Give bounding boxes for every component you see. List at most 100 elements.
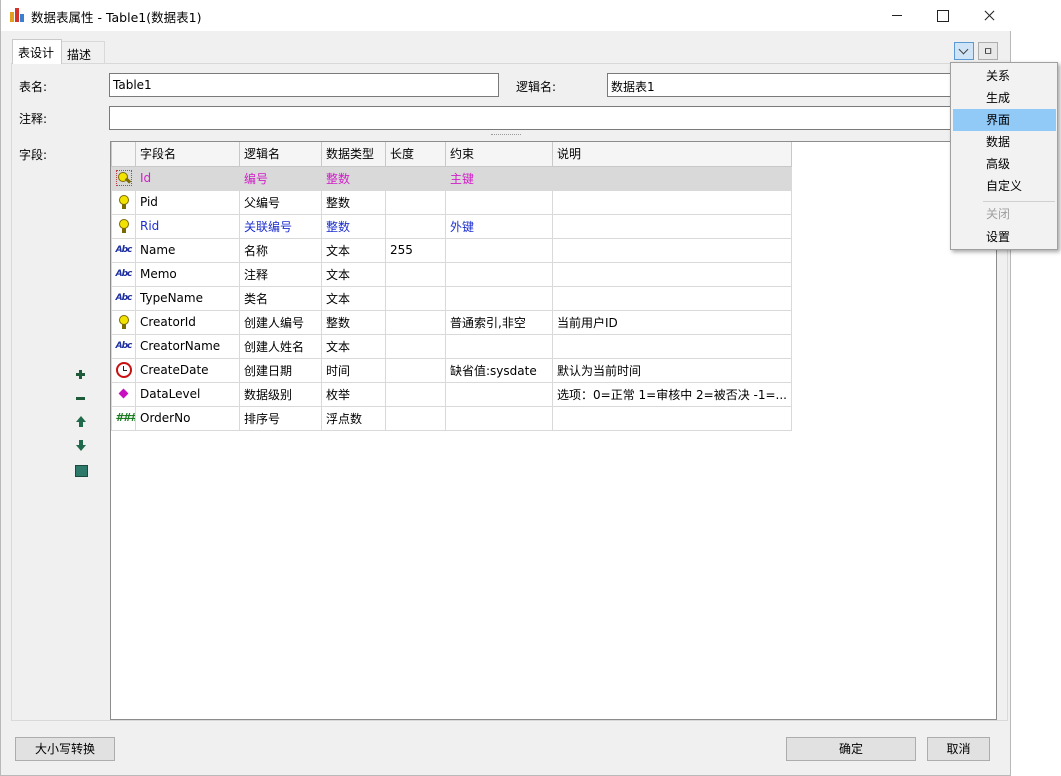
column-header[interactable]: 说明 [552, 142, 792, 167]
cell-description[interactable] [552, 237, 792, 263]
menu-item-close[interactable]: 关闭 [953, 203, 1056, 225]
cell-data-type[interactable]: 枚举 [321, 381, 386, 407]
column-header[interactable]: 约束 [445, 142, 553, 167]
column-header[interactable]: 逻辑名 [239, 142, 322, 167]
cell-logical-name[interactable]: 类名 [239, 285, 322, 311]
cell-logical-name[interactable]: 注释 [239, 261, 322, 287]
table-row[interactable]: Id 编号 整数 主键 [111, 165, 792, 191]
cell-data-type[interactable]: 文本 [321, 285, 386, 311]
table-name-input[interactable]: Table1 [109, 73, 499, 97]
close-button[interactable] [966, 0, 1012, 31]
cell-constraint[interactable]: 普通索引,非空 [445, 309, 553, 335]
comment-input[interactable] [109, 106, 951, 130]
cell-description[interactable] [552, 405, 792, 431]
cell-constraint[interactable]: 主键 [445, 165, 553, 191]
cell-data-type[interactable]: 整数 [321, 189, 386, 215]
cell-field-name[interactable]: Rid [135, 213, 240, 239]
cell-field-name[interactable]: Name [135, 237, 240, 263]
fields-grid[interactable]: 字段名 逻辑名 数据类型 长度 约束 说明 Id 编号 整数 主键 Pid 父编… [110, 141, 997, 720]
cell-constraint[interactable] [445, 285, 553, 311]
cell-description[interactable]: 当前用户ID [552, 309, 792, 335]
cell-description[interactable] [552, 333, 792, 359]
pin-button[interactable]: ㅁ [978, 42, 998, 60]
remove-field-icon[interactable] [74, 391, 88, 405]
cell-length[interactable] [385, 285, 446, 311]
cell-logical-name[interactable]: 创建人姓名 [239, 333, 322, 359]
move-down-icon[interactable] [74, 439, 88, 453]
logical-name-input[interactable]: 数据表1 [607, 73, 951, 97]
move-up-icon[interactable] [74, 415, 88, 429]
cell-field-name[interactable]: CreateDate [135, 357, 240, 383]
cell-data-type[interactable]: 时间 [321, 357, 386, 383]
cell-data-type[interactable]: 文本 [321, 261, 386, 287]
cell-field-name[interactable]: Memo [135, 261, 240, 287]
cell-logical-name[interactable]: 创建人编号 [239, 309, 322, 335]
cell-data-type[interactable]: 整数 [321, 165, 386, 191]
cell-length[interactable] [385, 165, 446, 191]
table-row[interactable]: Rid 关联编号 整数 外键 [111, 213, 792, 239]
field-grid-icon[interactable] [74, 463, 88, 477]
ok-button[interactable]: 确定 [786, 737, 916, 761]
cell-description[interactable]: 选项：0=正常 1=审核中 2=被否决 -1=... [552, 381, 792, 407]
column-header[interactable]: 数据类型 [321, 142, 386, 167]
cell-logical-name[interactable]: 数据级别 [239, 381, 322, 407]
cell-field-name[interactable]: DataLevel [135, 381, 240, 407]
cell-constraint[interactable] [445, 189, 553, 215]
cell-description[interactable]: 默认为当前时间 [552, 357, 792, 383]
cell-field-name[interactable]: CreatorName [135, 333, 240, 359]
cell-length[interactable]: 255 [385, 237, 446, 263]
menu-item-settings[interactable]: 设置 [953, 226, 1056, 248]
cell-length[interactable] [385, 381, 446, 407]
table-row[interactable]: Abc CreatorName 创建人姓名 文本 [111, 333, 792, 359]
cell-constraint[interactable]: 外键 [445, 213, 553, 239]
cell-logical-name[interactable]: 名称 [239, 237, 322, 263]
cell-length[interactable] [385, 333, 446, 359]
maximize-button[interactable] [920, 0, 966, 31]
cell-logical-name[interactable]: 编号 [239, 165, 322, 191]
table-row[interactable]: Abc Name 名称 文本 255 [111, 237, 792, 263]
menu-item-data[interactable]: 数据 [953, 131, 1056, 153]
cell-constraint[interactable] [445, 405, 553, 431]
table-row[interactable]: CreateDate 创建日期 时间 缺省值:sysdate 默认为当前时间 [111, 357, 792, 383]
table-row[interactable]: Pid 父编号 整数 [111, 189, 792, 215]
cell-constraint[interactable] [445, 381, 553, 407]
menu-item-ui[interactable]: 界面 [953, 109, 1056, 131]
cell-data-type[interactable]: 整数 [321, 309, 386, 335]
tab-table-design[interactable]: 表设计 [12, 39, 62, 64]
cell-field-name[interactable]: Id [135, 165, 240, 191]
cell-data-type[interactable]: 浮点数 [321, 405, 386, 431]
cell-logical-name[interactable]: 创建日期 [239, 357, 322, 383]
cancel-button[interactable]: 取消 [927, 737, 990, 761]
menu-item-relation[interactable]: 关系 [953, 65, 1056, 87]
cell-data-type[interactable]: 文本 [321, 237, 386, 263]
cell-constraint[interactable] [445, 237, 553, 263]
column-header[interactable]: 长度 [385, 142, 446, 167]
menu-item-generate[interactable]: 生成 [953, 87, 1056, 109]
cell-description[interactable] [552, 165, 792, 191]
table-row[interactable]: DataLevel 数据级别 枚举 选项：0=正常 1=审核中 2=被否决 -1… [111, 381, 792, 407]
cell-constraint[interactable] [445, 261, 553, 287]
cell-length[interactable] [385, 213, 446, 239]
cell-description[interactable] [552, 189, 792, 215]
cell-description[interactable] [552, 261, 792, 287]
cell-length[interactable] [385, 189, 446, 215]
cell-constraint[interactable] [445, 333, 553, 359]
cell-field-name[interactable]: Pid [135, 189, 240, 215]
cell-data-type[interactable]: 整数 [321, 213, 386, 239]
column-header[interactable]: 字段名 [135, 142, 240, 167]
chevron-down-icon[interactable] [954, 42, 974, 60]
cell-constraint[interactable]: 缺省值:sysdate [445, 357, 553, 383]
cell-length[interactable] [385, 405, 446, 431]
cell-field-name[interactable]: TypeName [135, 285, 240, 311]
cell-data-type[interactable]: 文本 [321, 333, 386, 359]
cell-length[interactable] [385, 261, 446, 287]
cell-field-name[interactable]: CreatorId [135, 309, 240, 335]
table-row[interactable]: Abc TypeName 类名 文本 [111, 285, 792, 311]
cell-field-name[interactable]: OrderNo [135, 405, 240, 431]
cell-logical-name[interactable]: 排序号 [239, 405, 322, 431]
case-convert-button[interactable]: 大小写转换 [15, 737, 115, 761]
cell-logical-name[interactable]: 关联编号 [239, 213, 322, 239]
menu-item-advanced[interactable]: 高级 [953, 153, 1056, 175]
cell-length[interactable] [385, 357, 446, 383]
table-row[interactable]: ### OrderNo 排序号 浮点数 [111, 405, 792, 431]
